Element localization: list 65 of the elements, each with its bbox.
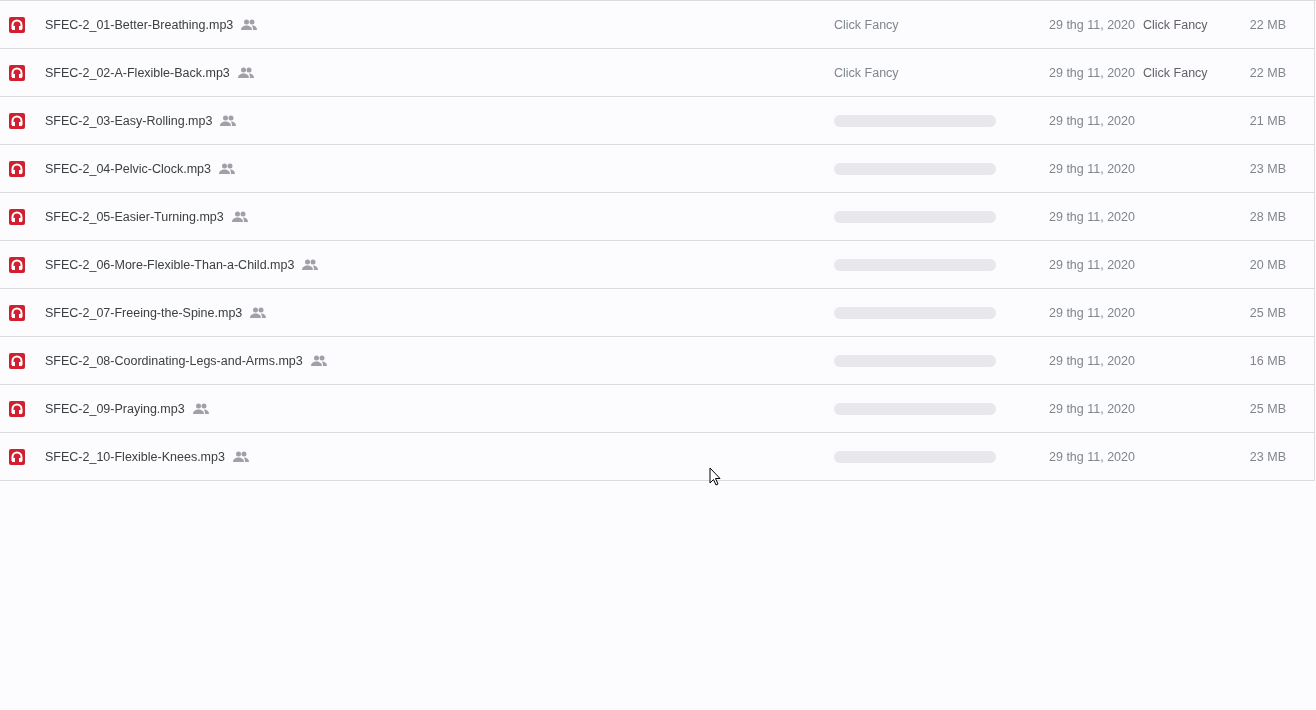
headphones-icon bbox=[9, 352, 25, 369]
modified-date: 29 thg 11, 2020 bbox=[1049, 65, 1136, 80]
people-icon bbox=[310, 355, 327, 366]
headphones-icon bbox=[9, 16, 25, 33]
file-name: SFEC-2_04-Pelvic-Clock.mp3 bbox=[45, 161, 212, 176]
file-size: 16 MB bbox=[1248, 353, 1286, 368]
people-icon bbox=[232, 451, 249, 462]
file-size: 23 MB bbox=[1248, 161, 1286, 176]
headphones-icon bbox=[9, 400, 25, 417]
people-icon bbox=[241, 19, 258, 30]
file-name: SFEC-2_05-Easier-Turning.mp3 bbox=[45, 209, 224, 224]
headphones-icon bbox=[9, 112, 25, 129]
modified-date: 29 thg 11, 2020 bbox=[1049, 449, 1136, 464]
pointer-icon bbox=[709, 467, 721, 486]
modified-date: 29 thg 11, 2020 bbox=[1049, 161, 1136, 176]
file-name: SFEC-2_09-Praying.mp3 bbox=[45, 401, 185, 416]
file-row[interactable]: SFEC-2_09-Praying.mp3 29 thg 11, 2020 25 MB bbox=[0, 385, 1314, 433]
modified-date: 29 thg 11, 2020 bbox=[1049, 113, 1136, 128]
people-icon bbox=[302, 259, 319, 270]
file-size: 23 MB bbox=[1248, 449, 1286, 464]
file-row[interactable]: SFEC-2_10-Flexible-Knees.mp3 29 thg 11, 2020 23 MB bbox=[0, 433, 1314, 481]
file-size: 21 MB bbox=[1248, 113, 1286, 128]
file-name: SFEC-2_08-Coordinating-Legs-and-Arms.mp3 bbox=[45, 353, 303, 368]
people-icon bbox=[231, 211, 248, 222]
file-size: 25 MB bbox=[1248, 305, 1286, 320]
file-row[interactable]: SFEC-2_03-Easy-Rolling.mp3 29 thg 11, 2020 21 MB bbox=[0, 97, 1314, 145]
file-size: 22 MB bbox=[1248, 65, 1286, 80]
file-row[interactable]: SFEC-2_07-Freeing-the-Spine.mp3 29 thg 11, 2020 25 MB bbox=[0, 289, 1314, 337]
file-row[interactable]: SFEC-2_08-Coordinating-Legs-and-Arms.mp3 29 thg 11, 2020 16 MB bbox=[0, 337, 1314, 385]
file-size: 25 MB bbox=[1248, 401, 1286, 416]
file-row[interactable]: SFEC-2_05-Easier-Turning.mp3 29 thg 11, 2020 28 MB bbox=[0, 193, 1314, 241]
headphones-icon bbox=[9, 160, 25, 177]
file-size: 22 MB bbox=[1248, 17, 1286, 32]
file-name: SFEC-2_03-Easy-Rolling.mp3 bbox=[45, 113, 213, 128]
file-row[interactable]: SFEC-2_02-A-Flexible-Back.mp3 Click Fancy 29 thg 11, 2020 Click Fancy 22 MB bbox=[0, 49, 1314, 97]
modified-date: 29 thg 11, 2020 bbox=[1049, 305, 1136, 320]
file-name: SFEC-2_02-A-Flexible-Back.mp3 bbox=[45, 65, 230, 80]
file-name: SFEC-2_06-More-Flexible-Than-a-Child.mp3 bbox=[45, 257, 295, 272]
people-icon bbox=[220, 115, 237, 126]
headphones-icon bbox=[9, 64, 25, 81]
headphones-icon bbox=[9, 448, 25, 465]
owner-name: Click Fancy bbox=[834, 17, 900, 32]
modified-date: 29 thg 11, 2020 bbox=[1049, 401, 1136, 416]
modified-by: Click Fancy bbox=[1143, 17, 1209, 32]
file-name: SFEC-2_10-Flexible-Knees.mp3 bbox=[45, 449, 225, 464]
headphones-icon bbox=[9, 208, 25, 225]
people-icon bbox=[237, 67, 254, 78]
people-icon bbox=[250, 307, 267, 318]
file-row[interactable]: SFEC-2_04-Pelvic-Clock.mp3 29 thg 11, 2020 23 MB bbox=[0, 145, 1314, 193]
headphones-icon bbox=[9, 304, 25, 321]
owner-name: Click Fancy bbox=[834, 65, 900, 80]
file-size: 20 MB bbox=[1248, 257, 1286, 272]
file-name: SFEC-2_01-Better-Breathing.mp3 bbox=[45, 17, 234, 32]
file-size: 28 MB bbox=[1248, 209, 1286, 224]
people-icon bbox=[192, 403, 209, 414]
file-row[interactable]: SFEC-2_01-Better-Breathing.mp3 Click Fancy 29 thg 11, 2020 Click Fancy 22 MB bbox=[0, 1, 1314, 49]
modified-by: Click Fancy bbox=[1143, 65, 1209, 80]
modified-date: 29 thg 11, 2020 bbox=[1049, 257, 1136, 272]
people-icon bbox=[219, 163, 236, 174]
headphones-icon bbox=[9, 256, 25, 273]
file-row[interactable]: SFEC-2_06-More-Flexible-Than-a-Child.mp3 29 thg 11, 2020 20 MB bbox=[0, 241, 1314, 289]
modified-date: 29 thg 11, 2020 bbox=[1049, 17, 1136, 32]
modified-date: 29 thg 11, 2020 bbox=[1049, 209, 1136, 224]
file-name: SFEC-2_07-Freeing-the-Spine.mp3 bbox=[45, 305, 243, 320]
modified-date: 29 thg 11, 2020 bbox=[1049, 353, 1136, 368]
